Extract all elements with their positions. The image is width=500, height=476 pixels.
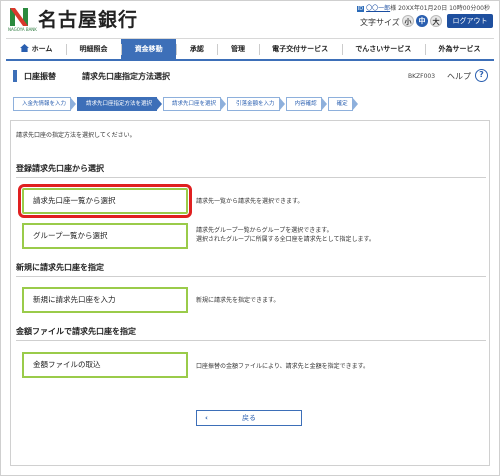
step-label: 引落金額を入力 [236,101,275,107]
progress-steps: 入金先情報を入力 請求先口座指定方法を選択 請求先口座を選択 引落金額を入力 内… [13,97,359,111]
step-label: 確定 [336,101,348,107]
select-from-group-list-button[interactable]: グループ一覧から選択 [22,223,188,249]
section-registered-title: 登録請求先口座から選択 [16,163,486,178]
nav-item-home[interactable]: ホーム [6,39,66,59]
step-arrow-icon [278,97,285,111]
step-label: 入金先情報を入力 [22,101,67,107]
chevron-left-icon: ‹ [205,414,208,422]
global-nav: ホーム 明細照会 資金移動 承認 管理 電子交付サービス でんさいサービス 外為… [6,38,494,61]
group-desc-line-2: 選択されたグループに所属する全口座を請求先として指定します。 [196,236,375,243]
font-size-small-button[interactable]: 小 [402,15,414,27]
instruction-text: 請求先口座の指定方法を選択してください。 [16,132,136,139]
select-from-account-list-button[interactable]: 請求先口座一覧から選択 [18,184,192,218]
group-desc-line-1: 請求先グループ一覧からグループを選択できます。 [196,227,333,234]
back-button[interactable]: ‹ 戻る [196,410,302,426]
screen-id: BKZF003 [408,73,436,80]
font-size-large-button[interactable]: 大 [430,15,442,27]
user-suffix: 様 [390,5,397,12]
page-title: 請求先口座指定方法選択 [82,72,170,81]
font-size-label: 文字サイズ [360,18,400,27]
title-accent-bar [13,70,17,82]
new-account-description: 新規に請求先を指定できます。 [196,297,280,304]
nav-item-statements[interactable]: 明細照会 [65,39,121,59]
logout-button[interactable]: ログアウト [447,14,493,28]
nav-item-e-delivery[interactable]: 電子交付サービス [258,39,342,59]
bank-name-sub: NAGOYA BANK [8,27,37,32]
last-login: 20XX年01月20日 10時00分00秒 [398,5,490,12]
amount-file-description: 口座振替の金額ファイルにより、請求先と金額を指定できます。 [196,363,370,370]
nav-item-transfer[interactable]: 資金移動 [121,39,177,59]
account-list-description: 請求先一覧から請求先を選択できます。 [196,198,304,205]
step-arrow-icon [320,97,327,111]
step-arrow-icon [70,97,77,111]
bank-name: 名古屋銀行 [38,9,139,31]
back-label: 戻る [242,414,256,422]
page-category: 口座振替 [24,72,56,81]
step-6: 確定 [327,97,358,111]
step-3: 請求先口座を選択 [163,97,227,111]
section-new-title: 新規に請求先口座を指定 [16,262,486,277]
step-label: 請求先口座指定方法を選択 [86,101,153,107]
step-2-current: 請求先口座指定方法を選択 [77,97,163,111]
step-label: 請求先口座を選択 [172,101,217,107]
import-amount-file-button[interactable]: 金額ファイルの取込 [22,352,188,378]
help-icon[interactable]: ? [475,69,488,82]
font-size-medium-button[interactable]: 中 [416,15,428,27]
user-info: ID 〇〇一郎様 20XX年01月20日 10時00分00秒 [356,3,490,12]
step-4: 引落金額を入力 [227,97,285,111]
home-icon [19,44,29,52]
step-arrow-icon [156,97,163,111]
section-file-title: 金額ファイルで請求先口座を指定 [16,326,486,341]
step-1: 入金先情報を入力 [13,97,77,111]
step-label: 内容確認 [294,101,317,107]
nav-item-densai[interactable]: でんさいサービス [341,39,425,59]
nav-label: ホーム [31,45,53,53]
step-5: 内容確認 [285,97,327,111]
help-link[interactable]: ヘルプ [447,71,471,82]
nav-item-management[interactable]: 管理 [217,39,258,59]
step-arrow-icon [351,97,358,111]
nav-item-forex[interactable]: 外為サービス [424,39,494,59]
user-badge-icon: ID [356,6,365,12]
nav-item-approval[interactable]: 承認 [176,39,217,59]
enter-new-account-button[interactable]: 新規に請求先口座を入力 [22,287,188,313]
step-arrow-icon [220,97,227,111]
user-name[interactable]: 〇〇一郎 [366,5,390,12]
group-list-description: 請求先グループ一覧からグループを選択できます。 選択されたグループに所属する全口… [196,226,375,244]
bank-logo-icon [10,8,28,26]
